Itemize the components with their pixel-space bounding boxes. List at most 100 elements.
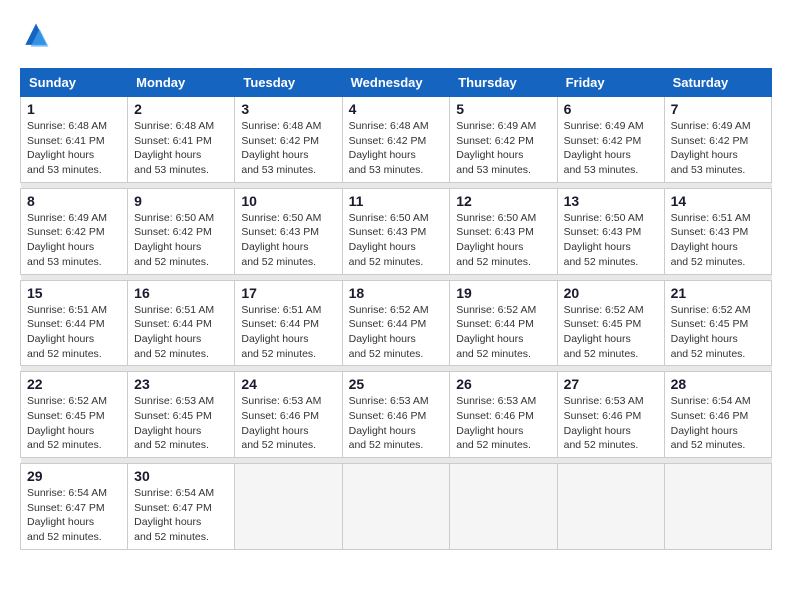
day-cell: 14 Sunrise: 6:51 AMSunset: 6:43 PMDayligh… xyxy=(664,188,771,274)
day-number: 5 xyxy=(456,101,550,117)
day-number: 12 xyxy=(456,193,550,209)
day-info: Sunrise: 6:52 AMSunset: 6:44 PMDaylight … xyxy=(456,303,550,362)
day-info: Sunrise: 6:49 AMSunset: 6:42 PMDaylight … xyxy=(564,119,658,178)
week-row-1: 1Sunrise: 6:48 AMSunset: 6:41 PMDaylight… xyxy=(21,97,772,183)
day-cell: 16 Sunrise: 6:51 AMSunset: 6:44 PMDayligh… xyxy=(128,280,235,366)
day-cell: 13 Sunrise: 6:50 AMSunset: 6:43 PMDayligh… xyxy=(557,188,664,274)
day-cell: 4Sunrise: 6:48 AMSunset: 6:42 PMDaylight… xyxy=(342,97,450,183)
day-cell: 22 Sunrise: 6:52 AMSunset: 6:45 PMDayligh… xyxy=(21,372,128,458)
day-number: 17 xyxy=(241,285,335,301)
day-cell: 2Sunrise: 6:48 AMSunset: 6:41 PMDaylight… xyxy=(128,97,235,183)
day-cell: 11 Sunrise: 6:50 AMSunset: 6:43 PMDayligh… xyxy=(342,188,450,274)
day-number: 21 xyxy=(671,285,765,301)
calendar-header-row: SundayMondayTuesdayWednesdayThursdayFrid… xyxy=(21,69,772,97)
day-number: 19 xyxy=(456,285,550,301)
day-number: 30 xyxy=(134,468,228,484)
week-row-3: 15 Sunrise: 6:51 AMSunset: 6:44 PMDayligh… xyxy=(21,280,772,366)
day-cell: 25 Sunrise: 6:53 AMSunset: 6:46 PMDayligh… xyxy=(342,372,450,458)
day-cell: 19 Sunrise: 6:52 AMSunset: 6:44 PMDayligh… xyxy=(450,280,557,366)
day-cell: 28Sunrise: 6:54 AMSunset: 6:46 PMDayligh… xyxy=(664,372,771,458)
day-cell: 26Sunrise: 6:53 AMSunset: 6:46 PMDayligh… xyxy=(450,372,557,458)
day-info: Sunrise: 6:51 AMSunset: 6:44 PMDaylight … xyxy=(241,303,335,362)
day-info: Sunrise: 6:54 AMSunset: 6:47 PMDaylight … xyxy=(27,486,121,545)
day-cell: 15 Sunrise: 6:51 AMSunset: 6:44 PMDayligh… xyxy=(21,280,128,366)
day-info: Sunrise: 6:53 AMSunset: 6:45 PMDaylight … xyxy=(134,394,228,453)
col-header-sunday: Sunday xyxy=(21,69,128,97)
day-cell xyxy=(557,464,664,550)
day-cell: 12 Sunrise: 6:50 AMSunset: 6:43 PMDayligh… xyxy=(450,188,557,274)
logo xyxy=(20,20,56,52)
day-number: 15 xyxy=(27,285,121,301)
page-header xyxy=(20,20,772,52)
day-cell xyxy=(450,464,557,550)
day-cell: 30 Sunrise: 6:54 AMSunset: 6:47 PMDayligh… xyxy=(128,464,235,550)
col-header-wednesday: Wednesday xyxy=(342,69,450,97)
day-info: Sunrise: 6:52 AMSunset: 6:45 PMDaylight … xyxy=(564,303,658,362)
day-info: Sunrise: 6:50 AMSunset: 6:43 PMDaylight … xyxy=(456,211,550,270)
day-cell xyxy=(664,464,771,550)
day-cell: 29Sunrise: 6:54 AMSunset: 6:47 PMDayligh… xyxy=(21,464,128,550)
day-cell: 23 Sunrise: 6:53 AMSunset: 6:45 PMDayligh… xyxy=(128,372,235,458)
day-cell: 27Sunrise: 6:53 AMSunset: 6:46 PMDayligh… xyxy=(557,372,664,458)
week-row-5: 29Sunrise: 6:54 AMSunset: 6:47 PMDayligh… xyxy=(21,464,772,550)
day-number: 24 xyxy=(241,376,335,392)
day-number: 28 xyxy=(671,376,765,392)
week-row-4: 22 Sunrise: 6:52 AMSunset: 6:45 PMDayligh… xyxy=(21,372,772,458)
day-number: 23 xyxy=(134,376,228,392)
day-info: Sunrise: 6:51 AMSunset: 6:44 PMDaylight … xyxy=(27,303,121,362)
day-number: 20 xyxy=(564,285,658,301)
day-info: Sunrise: 6:50 AMSunset: 6:43 PMDaylight … xyxy=(241,211,335,270)
day-number: 13 xyxy=(564,193,658,209)
day-number: 11 xyxy=(349,193,444,209)
day-cell: 3Sunrise: 6:48 AMSunset: 6:42 PMDaylight… xyxy=(235,97,342,183)
day-number: 16 xyxy=(134,285,228,301)
day-number: 8 xyxy=(27,193,121,209)
day-number: 22 xyxy=(27,376,121,392)
day-cell: 10 Sunrise: 6:50 AMSunset: 6:43 PMDayligh… xyxy=(235,188,342,274)
day-number: 25 xyxy=(349,376,444,392)
col-header-monday: Monday xyxy=(128,69,235,97)
day-number: 4 xyxy=(349,101,444,117)
day-number: 9 xyxy=(134,193,228,209)
day-info: Sunrise: 6:53 AMSunset: 6:46 PMDaylight … xyxy=(241,394,335,453)
day-info: Sunrise: 6:50 AMSunset: 6:43 PMDaylight … xyxy=(349,211,444,270)
day-info: Sunrise: 6:48 AMSunset: 6:42 PMDaylight … xyxy=(241,119,335,178)
day-info: Sunrise: 6:52 AMSunset: 6:44 PMDaylight … xyxy=(349,303,444,362)
logo-icon xyxy=(20,20,52,52)
day-info: Sunrise: 6:51 AMSunset: 6:44 PMDaylight … xyxy=(134,303,228,362)
day-cell: 8 Sunrise: 6:49 AMSunset: 6:42 PMDaylight… xyxy=(21,188,128,274)
day-info: Sunrise: 6:51 AMSunset: 6:43 PMDaylight … xyxy=(671,211,765,270)
day-number: 27 xyxy=(564,376,658,392)
day-number: 26 xyxy=(456,376,550,392)
day-info: Sunrise: 6:50 AMSunset: 6:43 PMDaylight … xyxy=(564,211,658,270)
col-header-friday: Friday xyxy=(557,69,664,97)
day-number: 10 xyxy=(241,193,335,209)
day-number: 18 xyxy=(349,285,444,301)
day-info: Sunrise: 6:52 AMSunset: 6:45 PMDaylight … xyxy=(27,394,121,453)
day-cell: 18 Sunrise: 6:52 AMSunset: 6:44 PMDayligh… xyxy=(342,280,450,366)
day-info: Sunrise: 6:52 AMSunset: 6:45 PMDaylight … xyxy=(671,303,765,362)
day-info: Sunrise: 6:49 AMSunset: 6:42 PMDaylight … xyxy=(671,119,765,178)
col-header-tuesday: Tuesday xyxy=(235,69,342,97)
day-info: Sunrise: 6:50 AMSunset: 6:42 PMDaylight … xyxy=(134,211,228,270)
day-number: 6 xyxy=(564,101,658,117)
day-cell: 5 Sunrise: 6:49 AMSunset: 6:42 PMDaylight… xyxy=(450,97,557,183)
day-cell xyxy=(235,464,342,550)
day-info: Sunrise: 6:53 AMSunset: 6:46 PMDaylight … xyxy=(349,394,444,453)
day-info: Sunrise: 6:49 AMSunset: 6:42 PMDaylight … xyxy=(27,211,121,270)
day-cell: 7 Sunrise: 6:49 AMSunset: 6:42 PMDaylight… xyxy=(664,97,771,183)
calendar-table: SundayMondayTuesdayWednesdayThursdayFrid… xyxy=(20,68,772,550)
day-info: Sunrise: 6:49 AMSunset: 6:42 PMDaylight … xyxy=(456,119,550,178)
day-cell: 21 Sunrise: 6:52 AMSunset: 6:45 PMDayligh… xyxy=(664,280,771,366)
day-cell: 9 Sunrise: 6:50 AMSunset: 6:42 PMDaylight… xyxy=(128,188,235,274)
day-info: Sunrise: 6:54 AMSunset: 6:47 PMDaylight … xyxy=(134,486,228,545)
day-number: 14 xyxy=(671,193,765,209)
day-cell: 6 Sunrise: 6:49 AMSunset: 6:42 PMDaylight… xyxy=(557,97,664,183)
day-cell: 20 Sunrise: 6:52 AMSunset: 6:45 PMDayligh… xyxy=(557,280,664,366)
day-cell xyxy=(342,464,450,550)
day-number: 7 xyxy=(671,101,765,117)
col-header-thursday: Thursday xyxy=(450,69,557,97)
day-number: 1 xyxy=(27,101,121,117)
day-cell: 1Sunrise: 6:48 AMSunset: 6:41 PMDaylight… xyxy=(21,97,128,183)
day-cell: 17 Sunrise: 6:51 AMSunset: 6:44 PMDayligh… xyxy=(235,280,342,366)
